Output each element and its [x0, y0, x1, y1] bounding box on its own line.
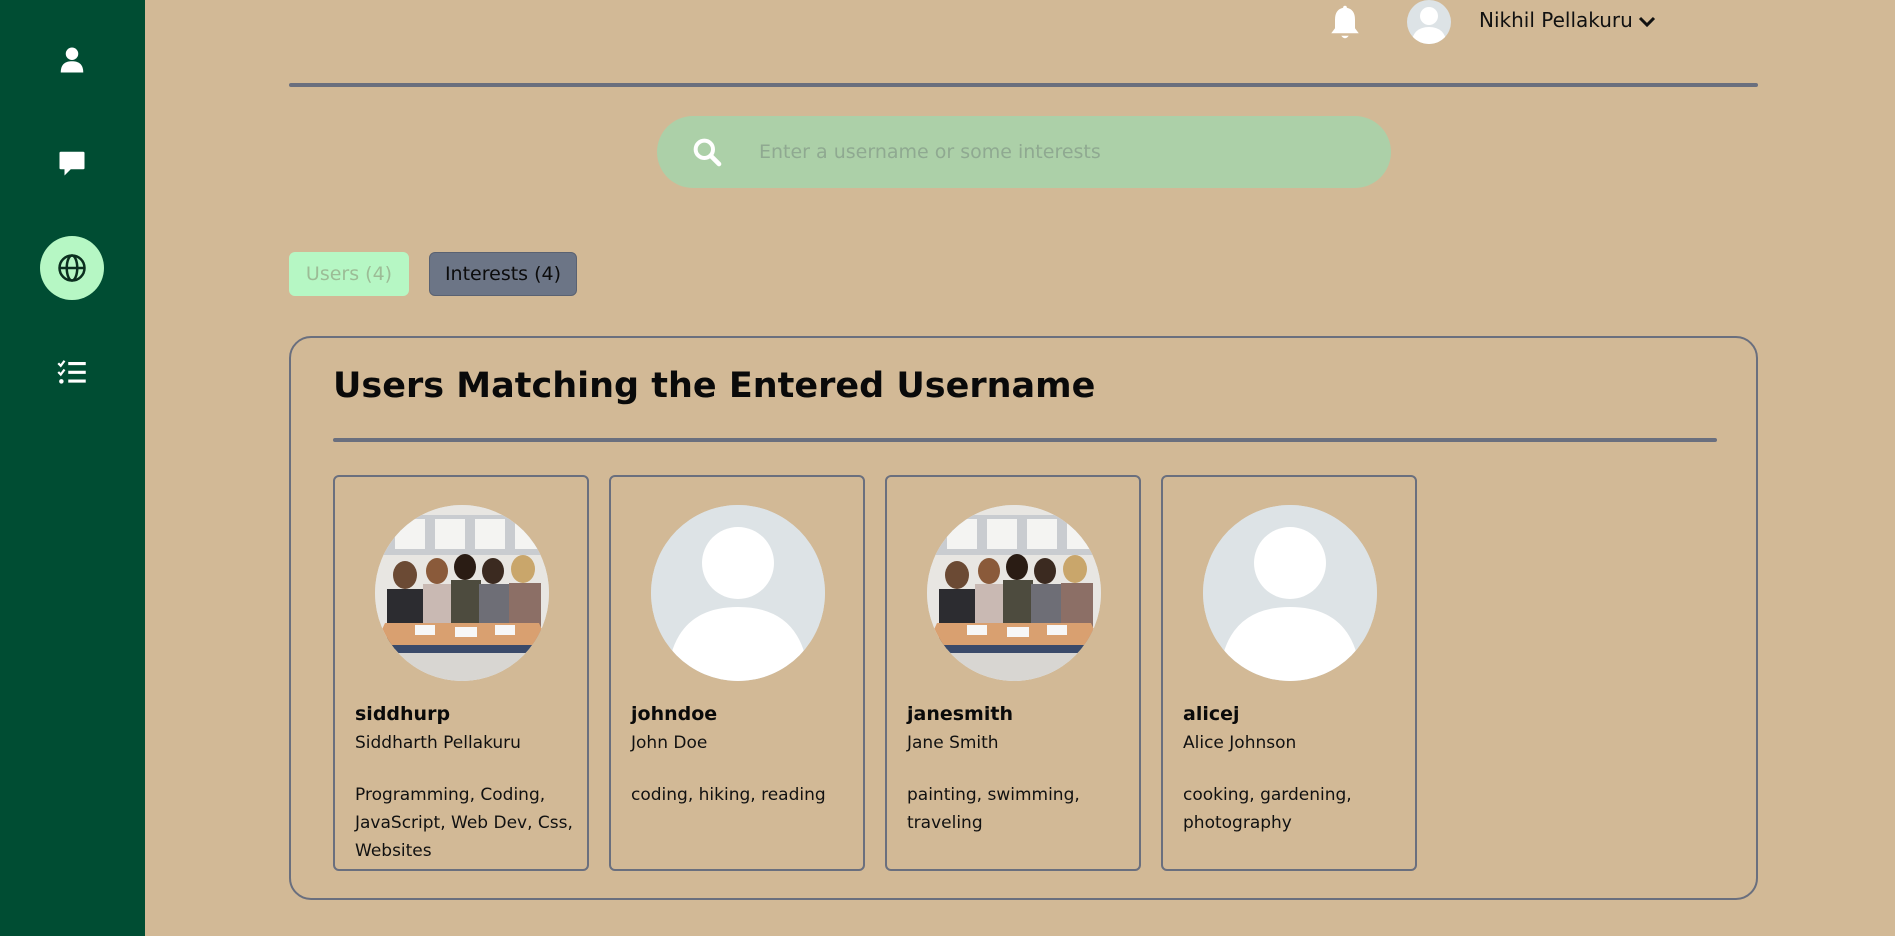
search-icon[interactable] [691, 136, 723, 168]
group-photo-icon [927, 505, 1101, 681]
results-panel: Users Matching the Entered Username sidd… [289, 336, 1758, 900]
avatar [1203, 505, 1377, 681]
card-username: johndoe [631, 703, 718, 725]
results-title: Users Matching the Entered Username [333, 366, 1096, 406]
card-interests: cooking, gardening, photography [1183, 785, 1352, 833]
card-interests: Programming, Coding, JavaScript, Web Dev… [355, 785, 573, 861]
card-fullname: Siddharth Pellakuru [355, 733, 521, 753]
default-avatar-icon [651, 505, 825, 681]
search-input[interactable] [759, 130, 1359, 174]
card-username: alicej [1183, 703, 1240, 725]
default-avatar-icon [1203, 505, 1377, 681]
card-interests: coding, hiking, reading [631, 785, 826, 805]
avatar[interactable] [1407, 0, 1451, 44]
sidebar-item-tasks[interactable] [40, 340, 104, 404]
sidebar-item-profile[interactable] [40, 28, 104, 92]
card-username: siddhurp [355, 703, 451, 725]
avatar [651, 505, 825, 681]
user-icon [60, 47, 84, 73]
user-card[interactable]: siddhurp Siddharth Pellakuru Programming… [333, 475, 589, 871]
tab-users[interactable]: Users (4) [289, 252, 409, 296]
header-divider [289, 83, 1758, 87]
card-username: janesmith [907, 703, 1013, 725]
bell-icon[interactable] [1330, 3, 1360, 41]
user-card[interactable]: alicej Alice Johnson cooking, gardening,… [1161, 475, 1417, 871]
default-avatar-icon [1411, 7, 1447, 44]
card-fullname: Jane Smith [907, 733, 999, 753]
tab-interests[interactable]: Interests (4) [429, 252, 577, 296]
sidebar-item-explore[interactable] [40, 236, 104, 300]
user-card[interactable]: johndoe John Doe coding, hiking, reading [609, 475, 865, 871]
chevron-down-icon[interactable] [1637, 12, 1657, 32]
card-fullname: John Doe [631, 733, 708, 753]
chat-icon [59, 151, 85, 176]
card-fullname: Alice Johnson [1183, 733, 1297, 753]
sidebar-item-messages[interactable] [40, 131, 104, 195]
sidebar [0, 0, 145, 936]
user-card[interactable]: janesmith Jane Smith painting, swimming,… [885, 475, 1141, 871]
card-interests: painting, swimming, traveling [907, 785, 1080, 833]
search-bar [657, 116, 1391, 188]
results-divider [333, 438, 1717, 442]
avatar [927, 505, 1101, 681]
avatar [375, 505, 549, 681]
globe-icon [58, 254, 86, 282]
group-photo-icon [375, 505, 549, 681]
user-name[interactable]: Nikhil Pellakuru [1479, 8, 1633, 32]
checklist-icon [57, 360, 86, 384]
